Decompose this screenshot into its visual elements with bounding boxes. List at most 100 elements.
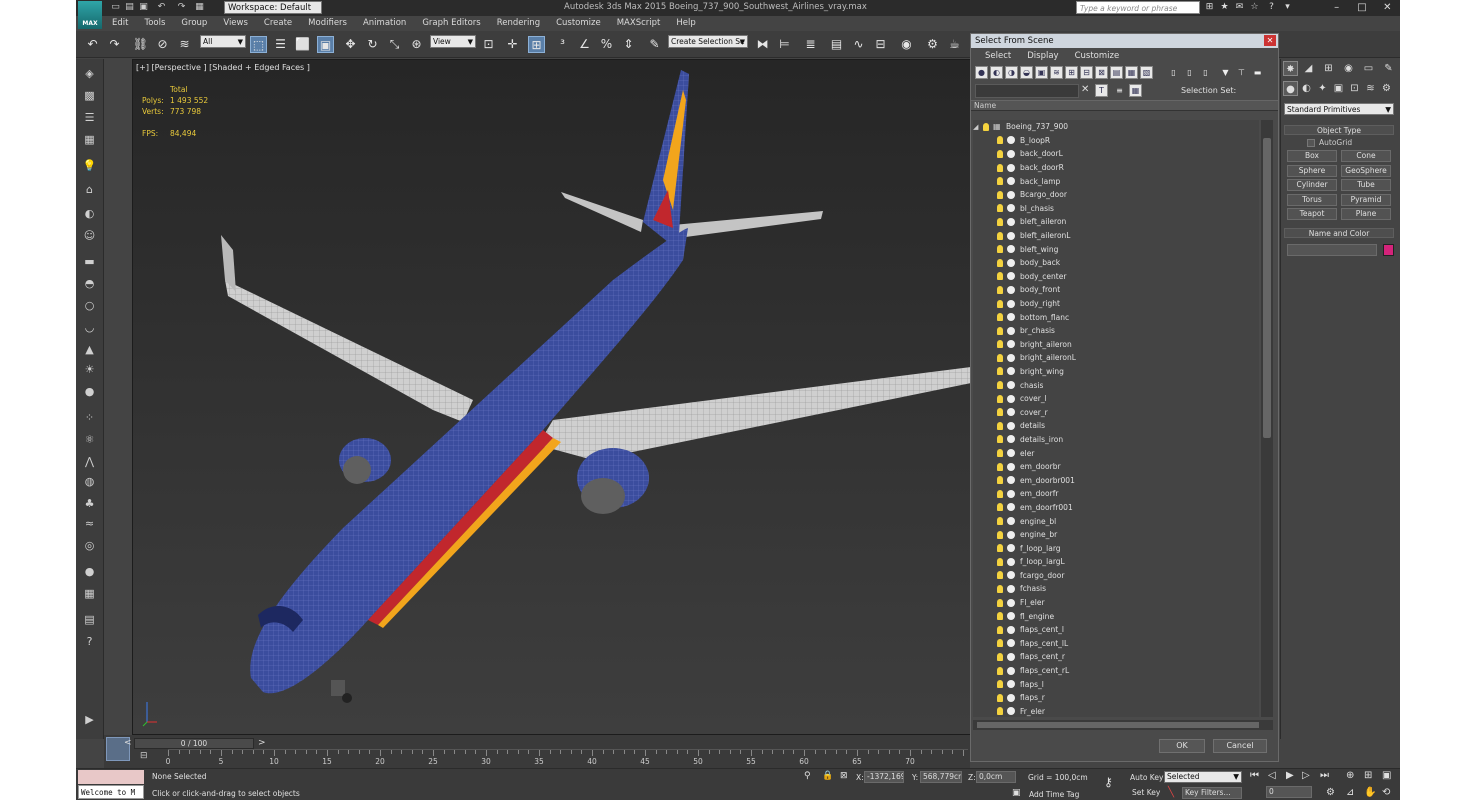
plane-primitive-icon[interactable]: ▬ [81,253,98,270]
subscription-icon[interactable]: ★ [1219,2,1230,13]
list-icon[interactable]: ☰ [81,109,98,126]
key-filters-button[interactable]: Key Filters... [1182,787,1242,799]
menu-item-group[interactable]: Group [173,16,215,31]
schematic-view-icon[interactable]: ⊟ [872,36,889,53]
menu-item-animation[interactable]: Animation [355,16,414,31]
list-item[interactable]: flaps_cent_rL [973,664,1259,678]
star-icon[interactable]: ☆ [1249,2,1260,13]
light-bulb-icon[interactable] [997,408,1003,417]
select-invert-icon[interactable]: ▯ [1199,66,1212,79]
light-bulb-icon[interactable] [997,272,1003,281]
display-geometry-icon[interactable]: ● [975,66,988,79]
light-bulb-icon[interactable] [997,598,1003,607]
light-bulb-icon[interactable] [997,625,1003,634]
z-coordinate-field[interactable]: 0,0cm [976,771,1016,783]
align-icon[interactable]: ⊨ [776,36,793,53]
orbit-icon[interactable]: ⟲ [1382,787,1390,798]
dialog-menu-select[interactable]: Select [977,48,1019,64]
cone-button[interactable]: Cone [1341,150,1391,162]
expand-toggle-icon[interactable]: ◢ [973,123,983,131]
reference-coordinate-dropdown[interactable]: View ▼ [430,35,476,48]
light-bulb-icon[interactable] [997,299,1003,308]
maxscript-listener-input[interactable] [78,770,144,784]
graphite-ribbon-icon[interactable]: ▤ [828,36,845,53]
light-bulb-icon[interactable] [997,652,1003,661]
disc-icon[interactable]: ● [81,383,98,400]
edit-named-selection-icon[interactable]: ✎ [646,36,663,53]
render-setup-icon[interactable]: ⚙ [924,36,941,53]
helpers-icon[interactable]: ⊡ [1347,81,1362,96]
keyboard-shortcut-override-icon[interactable]: ⊞ [528,36,545,53]
help-icon[interactable]: ? [1266,2,1277,13]
systems-icon[interactable]: ⚙ [1379,81,1394,96]
minimize-icon[interactable]: – [1324,0,1349,16]
select-all-icon[interactable]: ▯ [1167,66,1180,79]
light-bulb-icon[interactable] [997,503,1003,512]
list-item[interactable]: bleft_wing [973,242,1259,256]
list-item[interactable]: flaps_cent_l [973,623,1259,637]
dialog-title-bar[interactable]: Select From Scene ✕ [971,34,1278,48]
object-color-swatch[interactable] [1383,244,1394,256]
list-item[interactable]: cover_l [973,392,1259,406]
motion-tab-icon[interactable]: ◉ [1341,61,1356,76]
list-item[interactable]: bright_aileron [973,338,1259,352]
bind-space-warp-icon[interactable]: ≋ [176,36,193,53]
light-bulb-icon[interactable] [997,666,1003,675]
menu-item-edit[interactable]: Edit [104,16,136,31]
spinner-snap-icon[interactable]: ⇕ [620,36,637,53]
add-time-tag[interactable]: Add Time Tag [1029,790,1079,799]
light-bulb-icon[interactable] [997,258,1003,267]
object-name-input[interactable] [1287,244,1377,256]
list-item[interactable]: em_doorbr [973,460,1259,474]
list-item[interactable]: bleft_aileron [973,215,1259,229]
list-item[interactable]: bl_chasis [973,202,1259,216]
display-hidden-icon[interactable]: ▧ [1140,66,1153,79]
display-groups-icon[interactable]: ⊞ [1065,66,1078,79]
find-case-icon[interactable]: T [1095,84,1108,97]
link-icon[interactable]: ⛓ [132,36,149,53]
named-selection-set-dropdown[interactable]: Create Selection Se ▼ [668,35,748,48]
list-item[interactable]: back_lamp [973,174,1259,188]
name-and-color-rollout[interactable]: Name and Color [1284,228,1394,238]
display-shapes-icon[interactable]: ◐ [990,66,1003,79]
pivot-center-icon[interactable]: ⊡ [480,36,497,53]
camera-icon[interactable]: ⌂ [81,181,98,198]
create-tab-icon[interactable]: ✸ [1283,61,1298,76]
open-file-icon[interactable]: ▤ [124,2,135,13]
previous-frame-icon[interactable]: ◁ [1268,770,1276,781]
prev-frame-icon[interactable]: < [124,738,132,748]
move-icon[interactable]: ✥ [342,36,359,53]
list-item[interactable]: flaps_r [973,691,1259,705]
workspace-dropdown[interactable]: Workspace: Default [224,1,322,14]
list-item[interactable]: Fl_eler [973,596,1259,610]
light-bulb-icon[interactable] [997,340,1003,349]
redo-icon[interactable]: ↷ [176,2,187,13]
modify-tab-icon[interactable]: ◢ [1301,61,1316,76]
list-item[interactable]: em_doorbr001 [973,473,1259,487]
filter-icon[interactable]: ▼ [1219,66,1232,79]
display-tab-icon[interactable]: ▭ [1361,61,1376,76]
light-bulb-icon[interactable] [997,326,1003,335]
light-bulb-icon[interactable] [997,245,1003,254]
project-folder-icon[interactable]: ▦ [194,2,205,13]
particles-icon[interactable]: ⁘ [81,409,98,426]
light-bulb-icon[interactable] [997,136,1003,145]
geosphere-button[interactable]: GeoSphere [1341,164,1391,177]
time-config-icon[interactable]: ⚙ [1326,787,1335,798]
list-item[interactable]: Fr_eler [973,705,1259,717]
field-of-view-icon[interactable]: ⊿ [1346,787,1354,798]
list-item[interactable]: bright_wing [973,365,1259,379]
tree-root[interactable]: ◢ ▦ Boeing_737_900 [973,120,1259,134]
list-item[interactable]: engine_br [973,528,1259,542]
select-by-name-icon[interactable]: ☰ [272,36,289,53]
zoom-all-icon[interactable]: ⊞ [1364,770,1372,781]
search-input[interactable]: Type a keyword or phrase [1076,1,1200,14]
redo-icon[interactable]: ↷ [106,36,123,53]
list-item[interactable]: br_chasis [973,324,1259,338]
light-bulb-icon[interactable] [997,693,1003,702]
list-item[interactable]: f_loop_largL [973,555,1259,569]
dropdown-icon[interactable]: ▾ [1282,2,1293,13]
unlink-icon[interactable]: ⊘ [154,36,171,53]
list-item[interactable]: cover_r [973,405,1259,419]
time-tag-icon[interactable]: ▣ [1012,788,1021,798]
